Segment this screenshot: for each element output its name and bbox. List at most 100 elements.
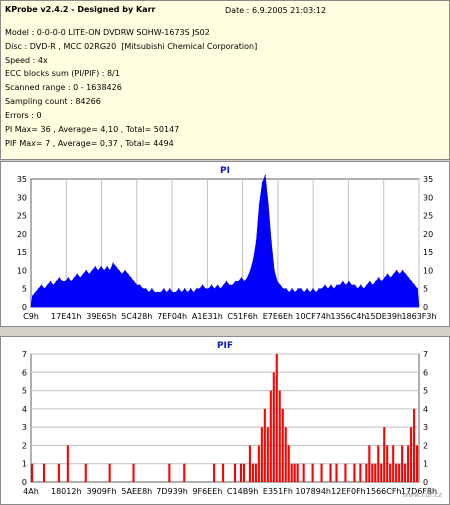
pi-data-point bbox=[285, 288, 287, 290]
pi-data-point bbox=[112, 262, 114, 264]
pif-bar bbox=[404, 463, 407, 482]
pi-data-point bbox=[309, 291, 311, 293]
x-tick-label: 17E41h bbox=[51, 312, 81, 321]
x-tick-label: 10CF74h bbox=[295, 312, 331, 321]
pi-data-point bbox=[348, 280, 350, 282]
pi-data-point bbox=[336, 284, 338, 286]
pif-bar bbox=[263, 408, 266, 482]
pi-data-point bbox=[294, 291, 296, 293]
pi-data-point bbox=[273, 269, 275, 272]
x-tick-label: 1356C4h bbox=[330, 312, 366, 321]
pif-bar bbox=[320, 463, 323, 482]
pi-data-point bbox=[64, 280, 66, 282]
y-tick-label-right: 25 bbox=[423, 212, 433, 221]
pi-data-point bbox=[163, 288, 165, 290]
x-tick-label: 3909Fh bbox=[87, 487, 117, 496]
pi-data-point bbox=[193, 291, 195, 293]
pi-data-point bbox=[387, 273, 389, 275]
y-tick-label-left: 25 bbox=[17, 212, 27, 221]
pi-data-point bbox=[210, 284, 213, 286]
pi-data-point bbox=[49, 280, 52, 282]
pi-data-point bbox=[157, 291, 159, 293]
pi-data-point bbox=[55, 280, 57, 282]
pi-data-point bbox=[106, 266, 108, 268]
y-tick-label-right: 30 bbox=[423, 193, 433, 202]
pi-data-point bbox=[166, 291, 168, 293]
pi-stats-line: PI Max= 36 , Average= 4,10 , Total= 5014… bbox=[5, 125, 180, 134]
y-tick-label-right: 1 bbox=[423, 460, 428, 469]
pi-data-point bbox=[145, 288, 147, 290]
pi-data-point bbox=[276, 280, 278, 282]
pif-bar bbox=[66, 445, 69, 482]
pi-data-point bbox=[91, 269, 93, 272]
y-tick-label-right: 35 bbox=[423, 175, 433, 184]
pi-data-point bbox=[142, 288, 144, 290]
pif-bar bbox=[269, 390, 272, 482]
pi-data-point bbox=[79, 277, 81, 279]
pi-data-point bbox=[151, 288, 153, 290]
pi-data-point bbox=[252, 258, 254, 261]
y-tick-label-left: 6 bbox=[22, 368, 27, 377]
pif-bar bbox=[311, 463, 314, 482]
pi-data-point bbox=[85, 269, 87, 272]
pi-data-point bbox=[318, 288, 320, 290]
pi-data-point bbox=[40, 284, 43, 286]
pif-bar bbox=[257, 445, 260, 482]
pi-data-point bbox=[327, 288, 329, 290]
y-tick-label-right: 3 bbox=[423, 423, 428, 432]
pif-bar bbox=[344, 463, 347, 482]
app-header: KProbe v2.4.2 - Designed by Karr bbox=[5, 5, 156, 14]
pi-data-point bbox=[267, 204, 269, 206]
pif-bar bbox=[84, 463, 87, 482]
pi-data-point bbox=[372, 284, 374, 286]
pi-data-point bbox=[222, 284, 225, 286]
pif-bar bbox=[374, 463, 377, 482]
y-tick-label-right: 15 bbox=[423, 248, 433, 257]
pi-data-point bbox=[404, 273, 407, 275]
date-label: Date : bbox=[225, 6, 250, 15]
plot-area bbox=[30, 353, 420, 483]
x-tick-label: 12EF0Fh bbox=[331, 487, 366, 496]
pi-data-point bbox=[100, 266, 102, 268]
pi-data-point bbox=[258, 204, 260, 206]
y-tick-label-left: 5 bbox=[22, 387, 27, 396]
pif-bar bbox=[254, 463, 257, 482]
pif-bar bbox=[266, 427, 269, 482]
pif-bar bbox=[284, 427, 287, 482]
pi-data-point bbox=[94, 266, 96, 268]
pif-bar bbox=[278, 390, 281, 482]
pif-bar bbox=[410, 427, 413, 482]
pi-data-point bbox=[187, 291, 189, 293]
pi-data-point bbox=[61, 280, 63, 282]
pi-data-point bbox=[172, 291, 174, 293]
pif-bar bbox=[183, 463, 186, 482]
pi-data-point bbox=[279, 284, 281, 286]
x-tick-label: 39E65h bbox=[86, 312, 116, 321]
pi-data-point bbox=[401, 269, 404, 272]
pif-bar bbox=[168, 463, 171, 482]
pi-data-point bbox=[312, 288, 314, 290]
x-tick-label: 15DE39h bbox=[365, 312, 402, 321]
pi-data-point bbox=[58, 277, 60, 279]
pif-bar bbox=[365, 463, 368, 482]
pi-data-point bbox=[124, 269, 126, 272]
model-line: Model : 0-0-0-0 LITE-ON DVDRW SOHW-1673S… bbox=[5, 28, 210, 37]
pi-data-point bbox=[339, 284, 341, 286]
chart-title: PIF bbox=[217, 341, 233, 351]
pi-data-point bbox=[416, 288, 419, 290]
pif-bar bbox=[389, 463, 392, 482]
pif-bar bbox=[293, 463, 296, 482]
pi-data-point bbox=[121, 273, 123, 275]
pi-data-point bbox=[363, 288, 365, 290]
pi-data-point bbox=[205, 288, 207, 290]
pi-data-point bbox=[384, 277, 386, 279]
pi-data-point bbox=[207, 288, 210, 290]
pi-data-point bbox=[369, 280, 371, 282]
pif-bar bbox=[251, 463, 254, 482]
pi-data-point bbox=[43, 288, 46, 290]
pi-data-point bbox=[130, 277, 132, 279]
pi-data-point bbox=[160, 291, 162, 293]
pi-data-point bbox=[237, 280, 240, 282]
y-tick-label-right: 2 bbox=[423, 441, 428, 450]
y-tick-label-left: 30 bbox=[17, 193, 27, 202]
